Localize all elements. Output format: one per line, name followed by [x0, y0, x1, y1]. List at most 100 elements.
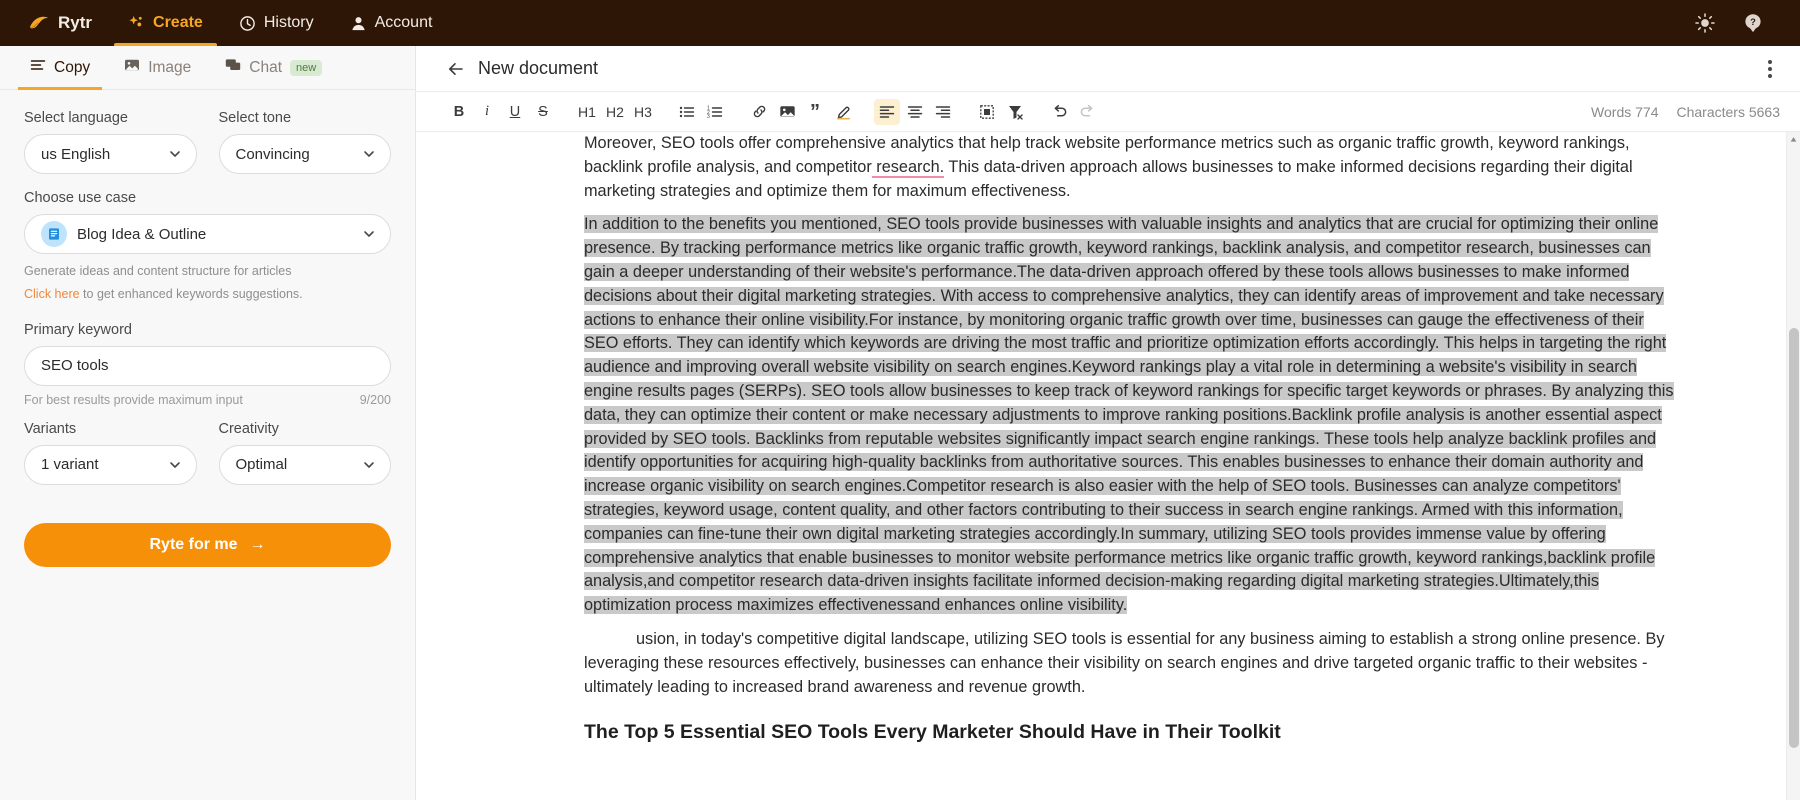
- tab-copy-label: Copy: [54, 59, 90, 77]
- insert-table-button[interactable]: [974, 99, 1000, 125]
- brand-logo-rytr[interactable]: Rytr: [22, 0, 110, 46]
- creativity-label: Creativity: [219, 421, 392, 437]
- section-heading-text: The Top 5 Essential SEO Tools Every Mark…: [584, 721, 1281, 743]
- tab-image-label: Image: [148, 59, 191, 77]
- person-icon: [350, 15, 367, 32]
- caret-up-icon[interactable]: [1789, 132, 1798, 146]
- language-select[interactable]: us English: [24, 134, 197, 174]
- formatting-toolbar: B i U S H1 H2 H3 123: [416, 92, 1800, 132]
- conclusion-text: usion, in today's competitive digital la…: [584, 630, 1664, 696]
- vertical-scrollbar[interactable]: [1786, 132, 1800, 800]
- document-scroll-region[interactable]: Moreover, SEO tools offer comprehensive …: [416, 132, 1786, 800]
- variants-label: Variants: [24, 421, 197, 437]
- image-button[interactable]: [774, 99, 800, 125]
- rytr-app-window: Rytr Create History Account ?: [0, 0, 1800, 800]
- character-count: Characters 5663: [1676, 104, 1780, 120]
- language-value: us English: [41, 146, 168, 163]
- variants-creativity-row: Variants 1 variant Creativity Optimal: [24, 421, 391, 501]
- top-navigation-bar: Rytr Create History Account ?: [0, 0, 1800, 46]
- usecase-value: Blog Idea & Outline: [77, 226, 362, 243]
- scrollbar-thumb[interactable]: [1789, 328, 1799, 748]
- tone-select[interactable]: Convincing: [219, 134, 392, 174]
- chevron-down-icon: [362, 147, 376, 161]
- language-tone-row: Select language us English Select tone C…: [24, 110, 391, 190]
- svg-text:?: ?: [1750, 17, 1756, 27]
- ryte-for-me-label: Ryte for me: [149, 536, 237, 554]
- paragraph-selected-block[interactable]: In addition to the benefits you mentione…: [584, 213, 1676, 618]
- lines-icon: [30, 57, 46, 78]
- creativity-value: Optimal: [236, 456, 363, 473]
- page-title: New document: [478, 58, 598, 79]
- arrow-right-icon: →: [250, 536, 266, 554]
- nav-item-history-label: History: [264, 14, 314, 32]
- tab-image[interactable]: Image: [110, 46, 205, 90]
- clock-icon: [239, 15, 256, 32]
- panel-form: Select language us English Select tone C…: [0, 90, 415, 567]
- tab-chat[interactable]: Chat new: [211, 46, 336, 90]
- chevron-down-icon: [362, 227, 376, 241]
- primary-keyword-counter: 9/200: [360, 393, 391, 407]
- help-icon[interactable]: ?: [1742, 12, 1764, 34]
- kebab-menu-icon[interactable]: [1762, 54, 1778, 84]
- heading-3-button[interactable]: H3: [630, 99, 656, 125]
- spellcheck-word-research: research.: [872, 158, 944, 178]
- link-button[interactable]: [746, 99, 772, 125]
- keywords-suggestion-suffix: to get enhanced keywords suggestions.: [80, 287, 303, 301]
- chat-icon: [225, 57, 241, 78]
- variants-value: 1 variant: [41, 456, 168, 473]
- numbered-list-button[interactable]: 123: [702, 99, 728, 125]
- italic-button[interactable]: i: [474, 99, 500, 125]
- nav-item-create-label: Create: [153, 14, 203, 32]
- paragraph-top-line1: Moreover, SEO tools offer comprehensive …: [584, 134, 1494, 152]
- strikethrough-button[interactable]: S: [530, 99, 556, 125]
- underline-button[interactable]: U: [502, 99, 528, 125]
- image-icon: [124, 57, 140, 78]
- tone-value: Convincing: [236, 146, 363, 163]
- align-center-button[interactable]: [902, 99, 928, 125]
- selected-text: In addition to the benefits you mentione…: [584, 215, 1674, 614]
- paragraph-top-line2c: This data-driven approach allows busines…: [944, 158, 1336, 176]
- section-heading[interactable]: The Top 5 Essential SEO Tools Every Mark…: [584, 721, 1676, 745]
- nav-item-account[interactable]: Account: [332, 0, 451, 46]
- creativity-select[interactable]: Optimal: [219, 445, 392, 485]
- chevron-down-icon: [168, 458, 182, 472]
- bullet-list-button[interactable]: [674, 99, 700, 125]
- back-arrow-icon[interactable]: [446, 59, 466, 79]
- primary-keyword-label: Primary keyword: [24, 322, 391, 338]
- bold-button[interactable]: B: [446, 99, 472, 125]
- usecase-label: Choose use case: [24, 190, 391, 206]
- clear-format-button[interactable]: [1002, 99, 1028, 125]
- quote-button[interactable]: ”: [802, 99, 828, 125]
- undo-button[interactable]: [1046, 99, 1072, 125]
- align-left-button[interactable]: [874, 99, 900, 125]
- usecase-select[interactable]: Blog Idea & Outline: [24, 214, 391, 254]
- highlighter-button[interactable]: [830, 99, 856, 125]
- heading-2-button[interactable]: H2: [602, 99, 628, 125]
- document-counters: Words 774 Characters 5663: [1591, 104, 1780, 120]
- tab-chat-new-badge: new: [290, 60, 322, 76]
- document-content[interactable]: Moreover, SEO tools offer comprehensive …: [416, 132, 1786, 745]
- chevron-down-icon: [362, 458, 376, 472]
- variants-select[interactable]: 1 variant: [24, 445, 197, 485]
- panel-tab-strip: Copy Image Chat new: [0, 46, 415, 90]
- field-language: Select language us English: [24, 110, 205, 174]
- tab-copy[interactable]: Copy: [16, 46, 104, 90]
- redo-button[interactable]: [1074, 99, 1100, 125]
- primary-keyword-input[interactable]: SEO tools: [24, 346, 391, 386]
- paragraph-top-clipped[interactable]: Moreover, SEO tools offer comprehensive …: [584, 132, 1676, 203]
- click-here-link[interactable]: Click here: [24, 287, 80, 301]
- ryte-for-me-button[interactable]: Ryte for me →: [24, 523, 391, 567]
- main-body: Copy Image Chat new: [0, 46, 1800, 800]
- align-right-button[interactable]: [930, 99, 956, 125]
- svg-text:3: 3: [707, 114, 710, 120]
- nav-item-history[interactable]: History: [221, 0, 332, 46]
- heading-1-button[interactable]: H1: [574, 99, 600, 125]
- sun-icon[interactable]: [1694, 12, 1716, 34]
- tab-chat-label: Chat: [249, 59, 282, 77]
- nav-item-create[interactable]: Create: [110, 0, 221, 46]
- paragraph-conclusion[interactable]: usion, in today's competitive digital la…: [584, 628, 1676, 699]
- keywords-suggestion-hint: Click here to get enhanced keywords sugg…: [24, 285, 391, 304]
- tone-label: Select tone: [219, 110, 392, 126]
- left-settings-panel: Copy Image Chat new: [0, 46, 416, 800]
- nav-item-account-label: Account: [375, 14, 433, 32]
